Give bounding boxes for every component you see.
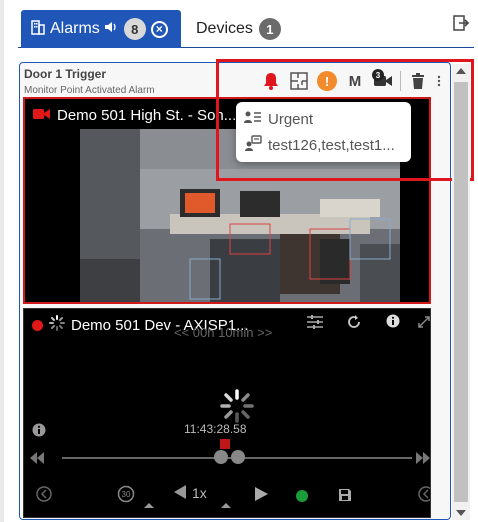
alarm-subtitle: Monitor Point Activated Alarm: [24, 85, 155, 96]
video-feed-2[interactable]: Demo 501 Dev - AXISP1... << 00h 10min >>…: [23, 308, 431, 518]
rewind-icon[interactable]: [30, 451, 44, 467]
speed-dropdown-icon[interactable]: [221, 495, 231, 511]
info-icon[interactable]: [386, 314, 400, 331]
skip-back-icon[interactable]: 30: [117, 485, 135, 506]
device-count-badge: 1: [258, 18, 281, 40]
timeline-knob-end[interactable]: [231, 450, 245, 464]
duration-label: << 00h 10min >>: [174, 325, 273, 340]
play-icon[interactable]: [254, 487, 268, 504]
live-status-icon[interactable]: [296, 490, 308, 502]
video-1-header: Demo 501 High St. - Son...: [33, 107, 236, 124]
recording-camera-icon: [33, 107, 51, 124]
alarm-panel: Alarms 8 × Devices 1 Door 1 Trigger Moni…: [0, 0, 478, 522]
prev-circle-icon[interactable]: [36, 486, 52, 505]
scroll-down-arrow[interactable]: [456, 510, 466, 516]
building-icon: [30, 19, 46, 40]
next-circle-icon[interactable]: [418, 486, 430, 505]
scrollbar-thumb[interactable]: [454, 82, 468, 502]
alarm-count-badge: 8: [123, 18, 146, 40]
scroll-up-arrow[interactable]: [456, 68, 466, 74]
alarm-title: Door 1 Trigger: [24, 67, 107, 81]
tab-alarms[interactable]: Alarms 8 ×: [21, 10, 181, 48]
scrollbar[interactable]: [452, 64, 470, 520]
svg-text:30: 30: [122, 490, 131, 499]
loading-spinner-small-icon: [49, 315, 65, 335]
fast-forward-icon[interactable]: [416, 451, 430, 467]
logout-icon[interactable]: [452, 14, 470, 32]
tab-devices[interactable]: Devices 1: [190, 10, 298, 48]
playhead-marker: [220, 439, 230, 449]
highlight-box: [216, 59, 474, 181]
loading-spinner-icon: [220, 389, 254, 426]
video-1-title: Demo 501 High St. - Son...: [57, 107, 237, 124]
expand-icon[interactable]: [418, 315, 430, 331]
skip-dropdown-icon[interactable]: [144, 495, 154, 511]
refresh-icon[interactable]: [346, 314, 362, 333]
speed-label: 1x: [192, 485, 207, 501]
timeline-knob-start[interactable]: [214, 450, 228, 464]
speed-down-icon[interactable]: [174, 485, 186, 502]
tab-devices-label: Devices: [196, 20, 253, 37]
save-icon[interactable]: [338, 488, 352, 505]
settings-sliders-icon[interactable]: [306, 315, 324, 332]
close-icon[interactable]: ×: [150, 20, 168, 38]
recording-dot-icon: [32, 319, 43, 331]
tab-bar: Alarms 8 × Devices 1: [18, 8, 474, 48]
speaker-icon[interactable]: [104, 20, 118, 39]
playback-timestamp: 11:43:28.58: [184, 422, 247, 436]
tab-alarms-label: Alarms: [50, 20, 100, 37]
video-info-icon[interactable]: [32, 423, 46, 440]
